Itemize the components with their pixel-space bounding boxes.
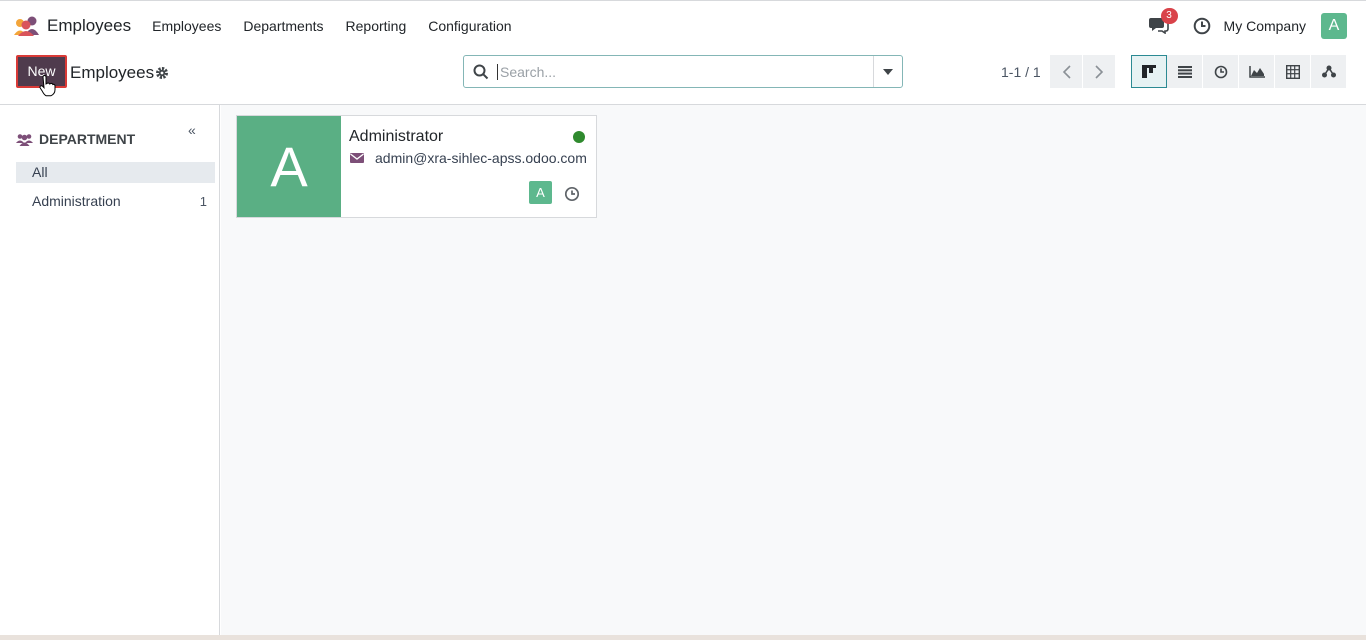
sidebar-item-label: All: [32, 164, 48, 180]
search-options-toggle[interactable]: [873, 56, 902, 87]
messaging-button[interactable]: 3: [1148, 8, 1178, 36]
top-navbar: Employees Employees Departments Reportin…: [0, 0, 1366, 50]
sidebar-item-count: 1: [199, 194, 207, 209]
caret-down-icon: [883, 68, 893, 75]
list-view-button[interactable]: [1167, 55, 1203, 88]
gear-icon[interactable]: [155, 66, 169, 80]
activity-icon: [1214, 65, 1227, 78]
graph-icon: [1248, 65, 1265, 78]
hand-cursor-icon: [39, 75, 56, 97]
search-bar: [463, 55, 903, 88]
kanban-icon: [1142, 65, 1156, 78]
menu-employees[interactable]: Employees: [152, 18, 221, 34]
control-panel: New Employees 1-1 / 1: [0, 50, 1366, 105]
employees-app-icon: [14, 16, 39, 36]
window-bottom-edge: [0, 635, 1366, 640]
app-brand[interactable]: Employees: [12, 15, 152, 37]
employee-name: Administrator: [349, 128, 444, 145]
menu-reporting[interactable]: Reporting: [346, 18, 407, 34]
activity-clock-icon[interactable]: [1193, 17, 1211, 35]
pager-next-button[interactable]: [1083, 55, 1115, 88]
sidebar-heading-label: DEPARTMENT: [39, 131, 136, 147]
company-switcher[interactable]: My Company: [1224, 18, 1306, 34]
menu-configuration[interactable]: Configuration: [428, 18, 511, 34]
pivot-view-button[interactable]: [1275, 55, 1311, 88]
menu-departments[interactable]: Departments: [243, 18, 323, 34]
pager-previous-button[interactable]: [1050, 55, 1082, 88]
employee-card[interactable]: A Administrator admin@xra-sihlec-apss.od…: [236, 115, 597, 218]
view-switcher: [1131, 55, 1347, 88]
related-user-avatar[interactable]: A: [529, 181, 552, 204]
sidebar-heading: DEPARTMENT: [16, 131, 135, 147]
search-input[interactable]: [497, 63, 867, 80]
sidebar-item-label: Administration: [32, 193, 121, 209]
activity-view-button[interactable]: [1203, 55, 1239, 88]
user-avatar[interactable]: A: [1321, 13, 1347, 39]
kanban-view-button[interactable]: [1131, 55, 1167, 88]
hierarchy-view-button[interactable]: [1311, 55, 1347, 88]
kanban-area: A Administrator admin@xra-sihlec-apss.od…: [221, 105, 1366, 635]
list-icon: [1177, 65, 1192, 78]
graph-view-button[interactable]: [1239, 55, 1275, 88]
hierarchy-icon: [1321, 65, 1336, 78]
employee-photo: A: [237, 116, 341, 217]
search-icon: [473, 64, 489, 79]
chevron-right-icon: [1094, 64, 1103, 79]
department-sidebar: « DEPARTMENT All Administration 1: [0, 105, 220, 635]
sidebar-item-all[interactable]: All: [16, 162, 215, 183]
pivot-icon: [1285, 64, 1300, 79]
presence-status-icon: [573, 131, 585, 143]
app-title: Employees: [47, 15, 132, 35]
collapse-sidebar-button[interactable]: «: [188, 122, 196, 138]
notification-badge: 3: [1160, 8, 1178, 24]
pager-value[interactable]: 1-1 / 1: [1001, 64, 1041, 80]
chevron-left-icon: [1062, 64, 1071, 79]
users-icon: [16, 133, 33, 146]
breadcrumb: Employees: [70, 63, 155, 82]
sidebar-item-administration[interactable]: Administration 1: [16, 191, 215, 212]
employee-email: admin@xra-sihlec-apss.odoo.com: [375, 150, 587, 166]
envelope-icon: [350, 153, 364, 163]
activity-clock-icon[interactable]: [564, 186, 580, 202]
